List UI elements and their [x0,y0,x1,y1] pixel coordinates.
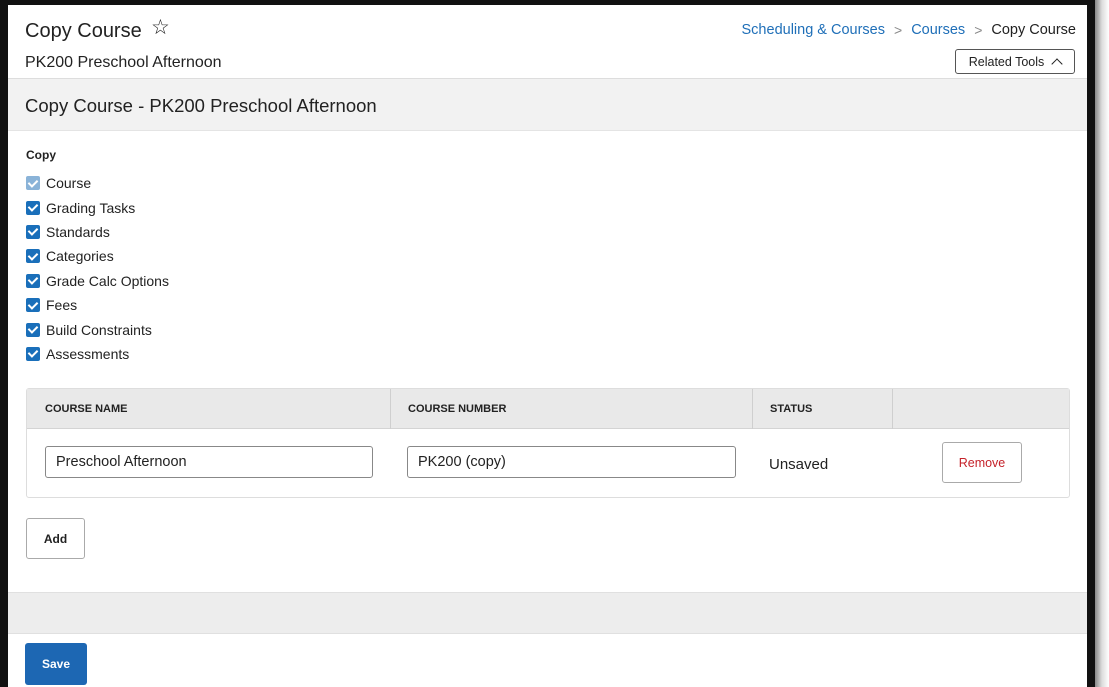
checkbox-course [26,176,40,191]
checkbox-grading-tasks[interactable] [26,200,40,215]
page-subtitle: PK200 Preschool Afternoon [25,54,222,71]
save-button[interactable]: Save [25,643,87,685]
chevron-up-icon [1051,57,1063,70]
copy-option-label: Course [46,175,92,192]
status-value: Unsaved [769,456,829,473]
checkbox-fees[interactable] [26,298,40,313]
column-header-status: STATUS [770,403,813,415]
copy-option-grade-calc-options[interactable]: Grade Calc Options [26,269,169,293]
add-button[interactable]: Add [26,518,85,559]
checkbox-build-constraints[interactable] [26,322,40,337]
copy-option-assessments[interactable]: Assessments [26,342,169,366]
breadcrumb-separator-icon: > [974,22,983,38]
copy-option-label: Grading Tasks [46,199,136,216]
copy-option-label: Fees [46,297,78,314]
copy-label: Copy [26,148,56,162]
checkbox-standards[interactable] [26,224,40,239]
checkbox-categories[interactable] [26,249,40,264]
column-header-course-name: COURSE NAME [45,403,128,415]
window-frame-right [1087,0,1095,687]
copy-course-window: Copy Course ☆ PK200 Preschool Afternoon … [8,5,1087,687]
related-tools-label: Related Tools [968,54,1045,69]
copy-option-label: Standards [46,223,110,240]
page-title: Copy Course [25,20,142,42]
window-shadow [1095,0,1109,687]
column-header-course-number: COURSE NUMBER [408,403,507,415]
breadcrumb-current: Copy Course [991,22,1076,38]
star-outline-icon[interactable]: ☆ [151,17,170,38]
section-header: Copy Course - PK200 Preschool Afternoon [8,78,1087,131]
copy-option-grading-tasks[interactable]: Grading Tasks [26,195,169,219]
copy-option-build-constraints[interactable]: Build Constraints [26,317,169,341]
copy-option-label: Categories [46,248,114,265]
course-name-input[interactable] [45,446,373,478]
table-header: COURSE NAME COURSE NUMBER STATUS [27,389,1069,429]
breadcrumb: Scheduling & Courses > Courses > Copy Co… [742,22,1076,38]
checkbox-grade-calc-options[interactable] [26,273,40,288]
copy-option-categories[interactable]: Categories [26,244,169,268]
copy-course-table: COURSE NAME COURSE NUMBER STATUS Unsaved… [26,388,1070,498]
related-tools-button[interactable]: Related Tools [955,49,1075,74]
copy-option-standards[interactable]: Standards [26,220,169,244]
copy-options-list: Course Grading Tasks Standards Categorie… [26,171,169,366]
breadcrumb-courses[interactable]: Courses [911,22,965,38]
copy-option-label: Grade Calc Options [46,272,169,289]
course-number-input[interactable] [407,446,736,478]
section-title: Copy Course - PK200 Preschool Afternoon [25,95,377,116]
copy-option-course: Course [26,171,169,195]
breadcrumb-scheduling-courses[interactable]: Scheduling & Courses [742,22,885,38]
column-header-actions [892,389,910,429]
page-header: Copy Course ☆ PK200 Preschool Afternoon … [8,5,1087,78]
copy-option-fees[interactable]: Fees [26,293,169,317]
remove-button[interactable]: Remove [942,442,1022,483]
breadcrumb-separator-icon: > [894,22,903,38]
copy-option-label: Assessments [46,345,130,362]
copy-option-label: Build Constraints [46,321,152,338]
window-frame-left [0,0,8,687]
checkbox-assessments[interactable] [26,346,40,361]
footer-band [8,592,1087,634]
